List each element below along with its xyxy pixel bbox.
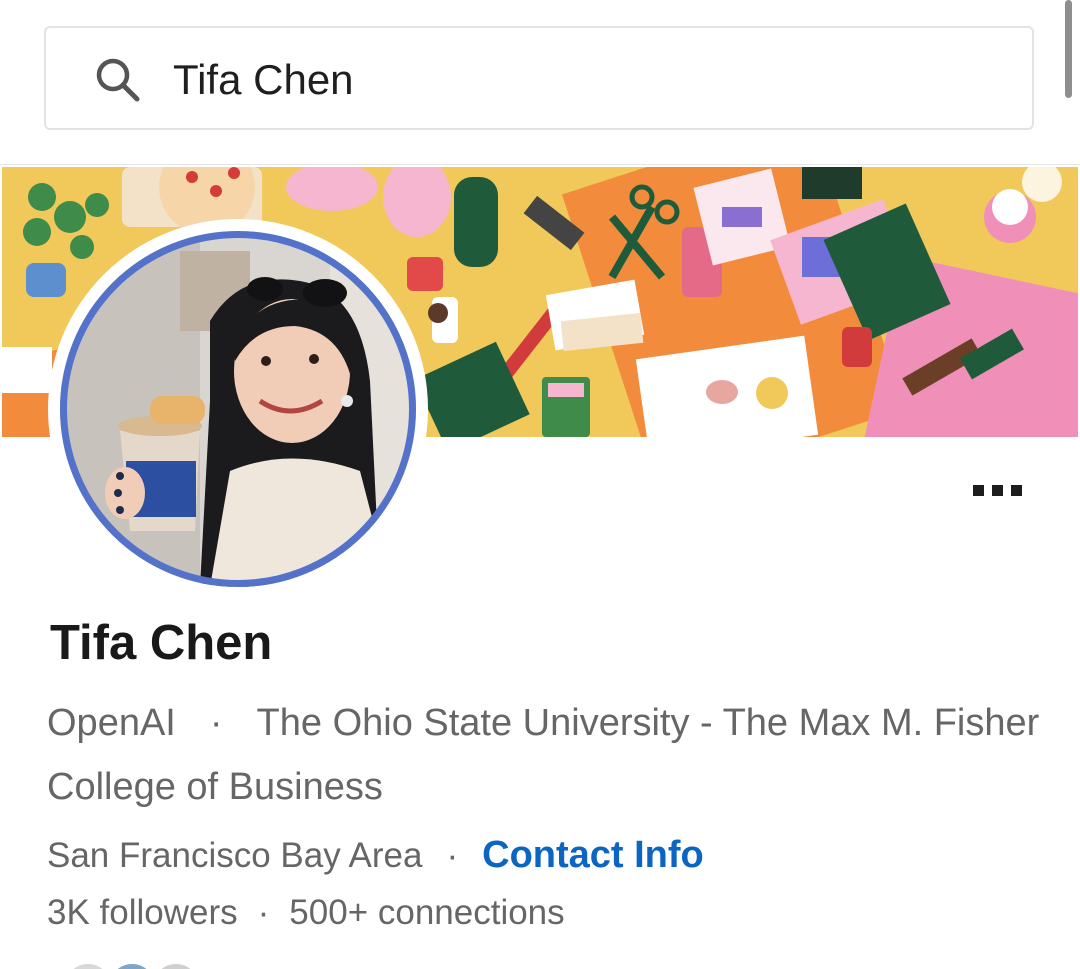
search-icon [96,58,140,102]
profile-card: Tifa Chen OpenAI · The Ohio State Universi… [0,164,1080,969]
location-separator: · [446,836,459,875]
search-bar[interactable]: Tifa Chen [44,26,1034,130]
headline-school: The Ohio State University - The Max M. F… [47,702,1040,808]
profile-name: Tifa Chen [50,616,273,670]
linkedin-profile-screen: Tifa Chen Tifa Chen OpenAI · The Ohio St… [0,0,1080,969]
followers-count[interactable]: 3K followers [47,893,238,932]
profile-headline: OpenAI · The Ohio State University - The M… [47,691,1047,819]
profile-photo-image [60,231,416,587]
more-horizontal-icon [1010,484,1022,496]
scrollbar[interactable] [1065,0,1072,98]
connections-count[interactable]: 500+ connections [289,893,564,932]
profile-photo[interactable] [48,219,428,599]
avatar [62,961,114,969]
location-row: San Francisco Bay Area · Contact Info [47,829,704,882]
avatar [150,961,202,969]
more-options-button[interactable] [962,477,1032,503]
headline-company: OpenAI [47,702,176,744]
more-horizontal-icon [991,484,1003,496]
stats-separator: · [257,893,270,932]
avatar [106,961,158,969]
more-horizontal-icon [972,484,984,496]
headline-separator: · [209,702,223,744]
contact-info-link[interactable]: Contact Info [482,834,704,876]
mutual-connections-avatars[interactable] [62,961,222,969]
search-input[interactable]: Tifa Chen [173,57,354,103]
profile-location: San Francisco Bay Area [47,836,423,875]
stats-row: 3K followers · 500+ connections [47,887,565,939]
